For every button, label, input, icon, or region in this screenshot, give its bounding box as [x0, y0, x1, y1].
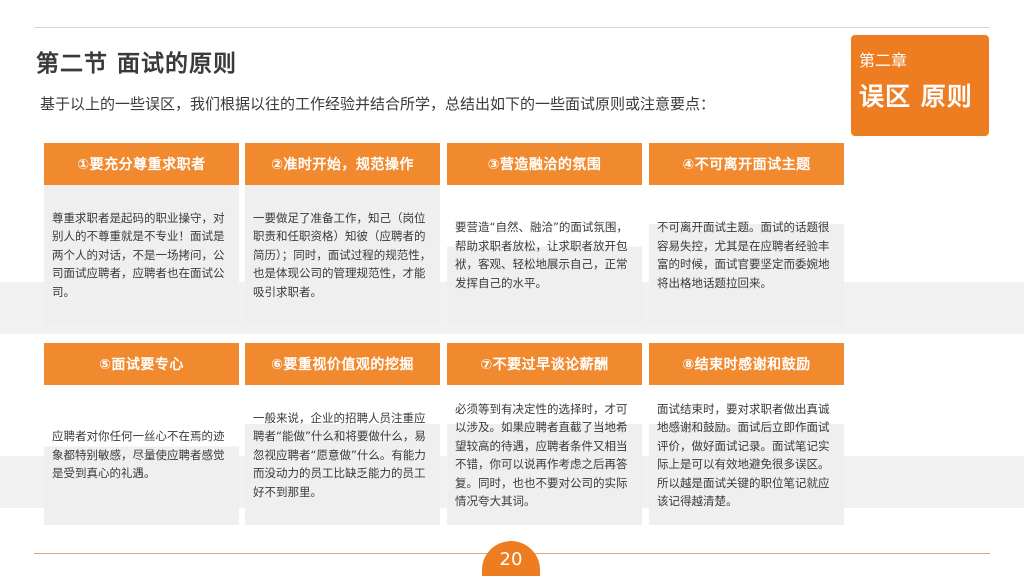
principle-text: 要营造“自然、融洽”的面试氛围，帮助求职者放松，让求职者放开包袱，客观、轻松地展… [455, 220, 628, 290]
principle-heading: ⑧结束时感谢和鼓励 [649, 343, 844, 385]
principle-card-2: ②准时开始，规范操作 一要做足了准备工作，知己（岗位职责和任职资格）知彼（应聘者… [245, 143, 440, 325]
principle-card-7: ⑦不要过早谈论薪酬 必须等到有决定性的选择时，才可以涉及。如果应聘者直截了当地希… [447, 343, 642, 525]
principle-card-4: ④不可离开面试主题 不可离开面试主题。面试的话题很容易失控，尤其是在应聘者经验丰… [649, 143, 844, 325]
principle-text: 应聘者对你任何一丝心不在焉的迹象都特别敏感，尽量使应聘者感觉是受到真心的礼遇。 [52, 429, 225, 481]
page-subtitle: 基于以上的一些误区，我们根据以往的工作经验并结合所学，总结出如下的一些面试原则或… [40, 95, 716, 113]
principle-card-8: ⑧结束时感谢和鼓励 面试结束时，要对求职者做出真诚地感谢和鼓励。面试后立即作面试… [649, 343, 844, 525]
page-title: 第二节 面试的原则 [36, 51, 238, 77]
principle-heading: ⑤面试要专心 [44, 343, 239, 385]
principle-text-box: 要营造“自然、融洽”的面试氛围，帮助求职者放松，让求职者放开包袱，客观、轻松地展… [447, 185, 642, 325]
principle-text-box: 一要做足了准备工作，知己（岗位职责和任职资格）知彼（应聘者的简历）；同时，面试过… [245, 185, 440, 325]
principle-heading: ①要充分尊重求职者 [44, 143, 239, 185]
principle-card-1: ①要充分尊重求职者 尊重求职者是起码的职业操守，对别人的不尊重就是不专业！面试是… [44, 143, 239, 325]
principle-text-box: 一般来说，企业的招聘人员注重应聘者“能做”什么和将要做什么，易忽视应聘者“愿意做… [245, 385, 440, 525]
principle-card-3: ③营造融洽的氛围 要营造“自然、融洽”的面试氛围，帮助求职者放松，让求职者放开包… [447, 143, 642, 325]
top-divider [34, 27, 990, 28]
principle-heading: ②准时开始，规范操作 [245, 143, 440, 185]
principle-text-box: 面试结束时，要对求职者做出真诚地感谢和鼓励。面试后立即作面试评价，做好面试记录。… [649, 385, 844, 525]
principle-card-5: ⑤面试要专心 应聘者对你任何一丝心不在焉的迹象都特别敏感，尽量使应聘者感觉是受到… [44, 343, 239, 525]
principle-heading: ⑥要重视价值观的挖掘 [245, 343, 440, 385]
chapter-label: 第二章 [859, 51, 908, 70]
principle-text-box: 尊重求职者是起码的职业操守，对别人的不尊重就是不专业！面试是两个人的对话，不是一… [44, 185, 239, 325]
principle-card-6: ⑥要重视价值观的挖掘 一般来说，企业的招聘人员注重应聘者“能做”什么和将要做什么… [245, 343, 440, 525]
principle-text: 不可离开面试主题。面试的话题很容易失控，尤其是在应聘者经验丰富的时候，面试官要坚… [657, 220, 830, 290]
principle-heading: ⑦不要过早谈论薪酬 [447, 343, 642, 385]
principle-text: 必须等到有决定性的选择时，才可以涉及。如果应聘者直截了当地希望较高的待遇，应聘者… [455, 401, 628, 509]
principle-text: 一要做足了准备工作，知己（岗位职责和任职资格）知彼（应聘者的简历）；同时，面试过… [253, 210, 432, 299]
principle-text: 面试结束时，要对求职者做出真诚地感谢和鼓励。面试后立即作面试评价，做好面试记录。… [657, 401, 830, 509]
principle-text-box: 应聘者对你任何一丝心不在焉的迹象都特别敏感，尽量使应聘者感觉是受到真心的礼遇。 [44, 385, 239, 525]
principle-text: 一般来说，企业的招聘人员注重应聘者“能做”什么和将要做什么，易忽视应聘者“愿意做… [253, 410, 426, 499]
principle-text: 尊重求职者是起码的职业操守，对别人的不尊重就是不专业！面试是两个人的对话，不是一… [52, 210, 225, 299]
chapter-name: 误区 原则 [859, 82, 973, 111]
chapter-badge: 第二章 误区 原则 [851, 35, 989, 136]
page-number: 20 [482, 541, 540, 576]
principle-text-box: 必须等到有决定性的选择时，才可以涉及。如果应聘者直截了当地希望较高的待遇，应聘者… [447, 385, 642, 525]
principle-heading: ③营造融洽的氛围 [447, 143, 642, 185]
principle-text-box: 不可离开面试主题。面试的话题很容易失控，尤其是在应聘者经验丰富的时候，面试官要坚… [649, 185, 844, 325]
principle-heading: ④不可离开面试主题 [649, 143, 844, 185]
